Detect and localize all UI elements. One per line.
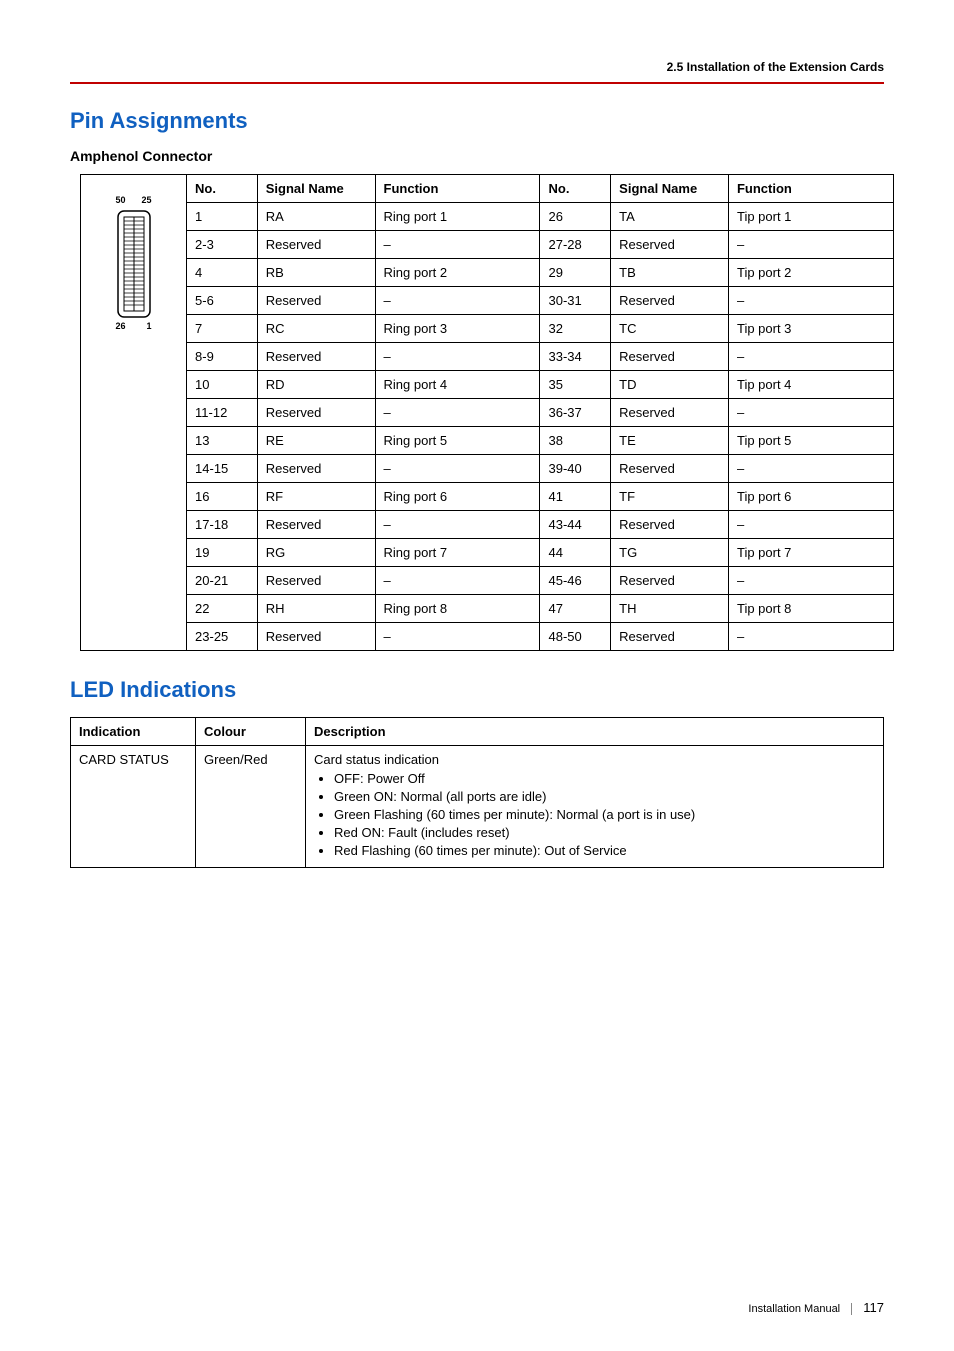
connector-diagram-cell: 50 25 [81, 175, 187, 651]
pin-header-signal-2: Signal Name [611, 175, 729, 203]
list-item: OFF: Power Off [334, 771, 875, 786]
table-row: 1RARing port 126TATip port 1 [81, 203, 894, 231]
led-header-description: Description [306, 718, 884, 746]
pin-assignments-title: Pin Assignments [70, 108, 884, 134]
led-header-indication: Indication [71, 718, 196, 746]
table-row: CARD STATUS Green/Red Card status indica… [71, 746, 884, 868]
section-header: 2.5 Installation of the Extension Cards [70, 60, 884, 74]
table-row: 4RBRing port 229TBTip port 2 [81, 259, 894, 287]
page-footer: Installation Manual 117 [748, 1300, 884, 1315]
table-row: 8-9Reserved–33-34Reserved– [81, 343, 894, 371]
list-item: Red Flashing (60 times per minute): Out … [334, 843, 875, 858]
led-description-cell: Card status indication OFF: Power Off Gr… [306, 746, 884, 868]
table-row: 10RDRing port 435TDTip port 4 [81, 371, 894, 399]
table-row: 5-6Reserved–30-31Reserved– [81, 287, 894, 315]
pin-assignments-table: 50 25 [80, 174, 894, 651]
connector-label-top-left: 50 [116, 195, 126, 205]
table-row: 20-21Reserved–45-46Reserved– [81, 567, 894, 595]
amphenol-connector-icon [116, 209, 152, 319]
footer-separator [851, 1303, 852, 1315]
table-row: 19RGRing port 744TGTip port 7 [81, 539, 894, 567]
footer-page-number: 117 [863, 1300, 884, 1315]
list-item: Green Flashing (60 times per minute): No… [334, 807, 875, 822]
pin-header-no-2: No. [540, 175, 611, 203]
table-row: 16RFRing port 641TFTip port 6 [81, 483, 894, 511]
list-item: Red ON: Fault (includes reset) [334, 825, 875, 840]
table-row: 7RCRing port 332TCTip port 3 [81, 315, 894, 343]
connector-label-top-right: 25 [142, 195, 152, 205]
led-desc-intro: Card status indication [314, 752, 439, 767]
pin-header-function-1: Function [375, 175, 540, 203]
led-indications-table: Indication Colour Description CARD STATU… [70, 717, 884, 868]
header-rule [70, 82, 884, 84]
connector-label-bottom-left: 26 [116, 321, 126, 331]
footer-label: Installation Manual [748, 1303, 840, 1315]
led-header-colour: Colour [196, 718, 306, 746]
connector-label-bottom-right: 1 [147, 321, 152, 331]
led-indications-title: LED Indications [70, 677, 884, 703]
table-row: 2-3Reserved–27-28Reserved– [81, 231, 894, 259]
amphenol-subhead: Amphenol Connector [70, 148, 884, 164]
led-indication-value: CARD STATUS [71, 746, 196, 868]
table-row: 17-18Reserved–43-44Reserved– [81, 511, 894, 539]
table-row: 22RHRing port 847THTip port 8 [81, 595, 894, 623]
table-row: 23-25Reserved–48-50Reserved– [81, 623, 894, 651]
led-colour-value: Green/Red [196, 746, 306, 868]
pin-header-signal-1: Signal Name [257, 175, 375, 203]
pin-header-no-1: No. [187, 175, 258, 203]
table-row: 13RERing port 538TETip port 5 [81, 427, 894, 455]
table-row: 14-15Reserved–39-40Reserved– [81, 455, 894, 483]
pin-header-function-2: Function [728, 175, 893, 203]
list-item: Green ON: Normal (all ports are idle) [334, 789, 875, 804]
table-row: 11-12Reserved–36-37Reserved– [81, 399, 894, 427]
